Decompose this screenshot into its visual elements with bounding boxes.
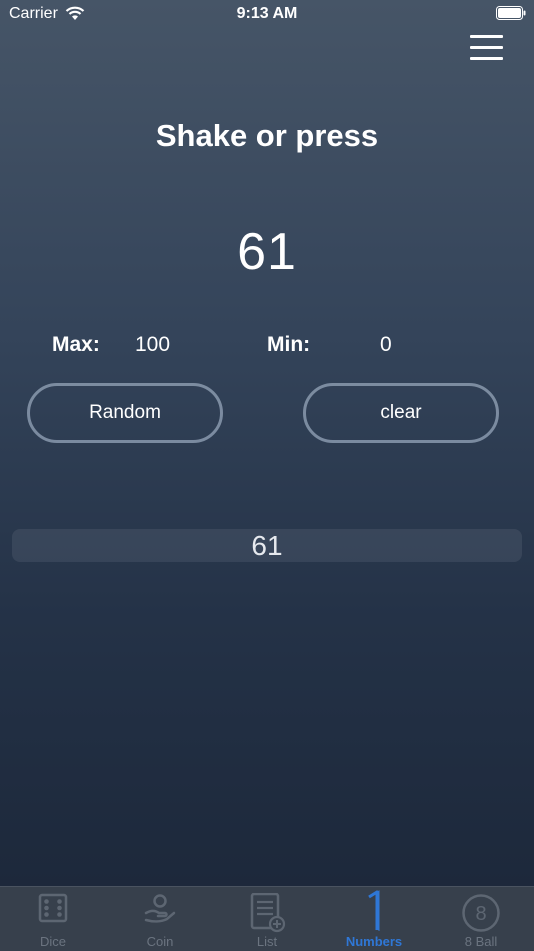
random-result: 61 (237, 223, 297, 281)
eight-ball-icon: 8 (462, 894, 500, 932)
page-title: Shake or press (155, 118, 379, 153)
min-value-field[interactable]: 0 (380, 333, 392, 357)
tab-label-numbers: Numbers (345, 934, 403, 949)
coin-hand-icon (144, 894, 176, 923)
tab-list[interactable]: List (214, 887, 320, 951)
hamburger-menu-icon[interactable] (470, 33, 503, 63)
status-time: 9:13 AM (236, 5, 298, 22)
tab-bar: Dice Coin List Numbers 8 8 Ball (0, 886, 534, 951)
dice-icon (38, 893, 68, 923)
number-one-icon (368, 890, 380, 931)
history-item: 61 (12, 529, 522, 562)
tab-label-list: List (256, 934, 278, 949)
status-bar: Carrier 9:13 AM (0, 0, 534, 28)
tab-label-coin: Coin (146, 934, 174, 949)
min-label: Min: (267, 333, 311, 356)
tab-dice[interactable]: Dice (0, 887, 106, 951)
tab-coin[interactable]: Coin (107, 887, 213, 951)
max-label: Max: (52, 333, 100, 356)
tab-label-dice: Dice (39, 934, 66, 949)
tab-numbers[interactable]: Numbers (321, 887, 427, 951)
tab-label-8-ball: 8 Ball (464, 934, 498, 949)
battery-icon (496, 6, 526, 20)
clear-button[interactable]: clear (303, 383, 499, 443)
random-button[interactable]: Random (27, 383, 223, 443)
svg-text:8: 8 (475, 903, 486, 925)
tab-8-ball[interactable]: 8 8 Ball (428, 887, 534, 951)
list-add-icon (250, 893, 286, 933)
max-value-field[interactable]: 100 (135, 333, 170, 357)
